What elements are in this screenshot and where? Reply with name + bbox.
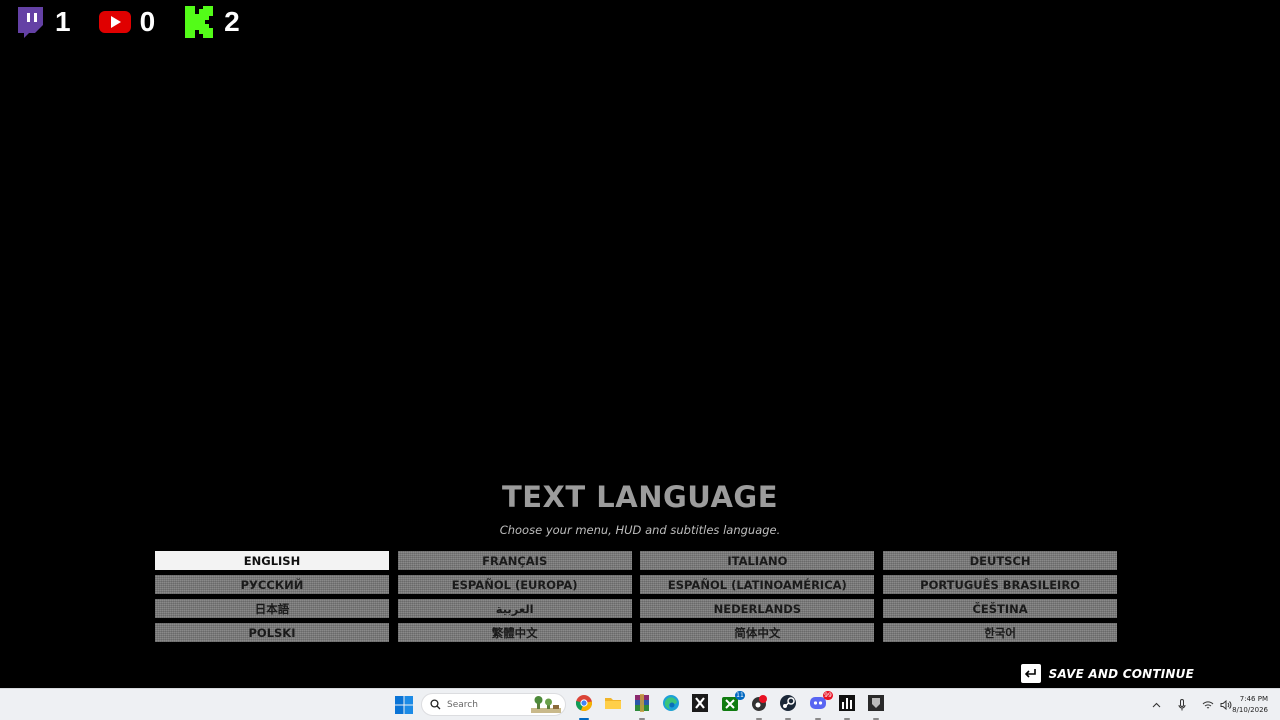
language-option-english[interactable]: ENGLISH	[155, 551, 389, 570]
record-icon	[750, 694, 768, 716]
taskbar-search-box[interactable]: Search	[421, 693, 566, 716]
language-option-italiano[interactable]: ITALIANO	[640, 551, 875, 570]
clock-date: 8/10/2026	[1232, 706, 1268, 714]
clock-time: 7:46 PM	[1239, 695, 1268, 703]
equalizer-icon	[839, 695, 855, 715]
language-option-deutsch[interactable]: DEUTSCH	[883, 551, 1118, 570]
taskbar-app-file-explorer[interactable]	[601, 693, 625, 717]
windows-start-icon[interactable]	[394, 695, 414, 715]
kick-icon	[183, 6, 215, 38]
stream-counter-overlay: 1 0 2	[14, 4, 268, 40]
taskbar-app-audio[interactable]	[835, 693, 859, 720]
taskbar-app-epic-games[interactable]	[688, 693, 712, 717]
xbox-badge: 11	[735, 691, 745, 700]
language-option-espanol-europa[interactable]: ESPAÑOL (EUROPA)	[397, 575, 632, 594]
chevron-up-icon[interactable]	[1149, 698, 1163, 712]
language-option-cestina[interactable]: ČEŠTINA	[883, 599, 1118, 618]
language-option-korean[interactable]: 한국어	[883, 623, 1118, 642]
language-option-polski[interactable]: POLSKI	[155, 623, 389, 642]
youtube-icon	[98, 6, 131, 38]
language-grid: ENGLISH FRANÇAIS ITALIANO DEUTSCH РУССКИ…	[155, 551, 1118, 642]
language-option-russian[interactable]: РУССКИЙ	[155, 575, 389, 594]
twitch-icon	[14, 6, 46, 38]
taskbar-app-game[interactable]	[864, 693, 888, 720]
microphone-icon[interactable]	[1175, 698, 1189, 712]
youtube-counter: 0	[98, 6, 156, 38]
language-option-portugues-br[interactable]: PORTUGUÊS BRASILEIRO	[883, 575, 1118, 594]
taskbar-app-chrome[interactable]	[572, 693, 596, 720]
taskbar-app-discord[interactable]: 99	[806, 691, 833, 720]
kick-count: 2	[224, 6, 240, 37]
system-tray	[1149, 698, 1237, 712]
discord-badge: 99	[823, 691, 833, 700]
archive-icon	[634, 694, 650, 716]
twitch-count: 1	[55, 6, 71, 37]
search-placeholder: Search	[447, 699, 478, 710]
twitch-counter: 1	[14, 6, 71, 38]
language-option-arabic[interactable]: العربية	[397, 599, 632, 618]
language-option-japanese[interactable]: 日本語	[155, 599, 389, 618]
chrome-icon	[575, 694, 593, 716]
volume-icon[interactable]	[1219, 698, 1233, 712]
wifi-icon[interactable]	[1201, 698, 1215, 712]
steam-icon	[779, 694, 797, 716]
windows-taskbar: Search 11 99 7:46 PM 8/10/2026	[0, 688, 1280, 720]
taskbar-app-steam[interactable]	[776, 693, 800, 720]
language-option-francais[interactable]: FRANÇAIS	[397, 551, 632, 570]
youtube-count: 0	[139, 6, 156, 37]
search-highlight-icon	[531, 696, 561, 713]
save-and-continue-button[interactable]: SAVE AND CONTINUE	[1020, 664, 1194, 683]
language-option-simplified-chinese[interactable]: 简体中文	[640, 623, 875, 642]
folder-icon	[604, 695, 622, 715]
menu-title: TEXT LANGUAGE	[501, 480, 779, 514]
enter-key-icon	[1020, 664, 1041, 683]
kick-counter: 2	[183, 6, 240, 38]
taskbar-app-xbox[interactable]: 11	[718, 691, 745, 717]
menu-subtitle: Choose your menu, HUD and subtitles lang…	[499, 523, 781, 537]
taskbar-clock[interactable]: 7:46 PM 8/10/2026	[1232, 694, 1268, 716]
edge-icon	[662, 694, 680, 716]
epic-games-icon	[692, 694, 708, 716]
language-option-traditional-chinese[interactable]: 繁體中文	[397, 623, 632, 642]
language-option-nederlands[interactable]: NEDERLANDS	[640, 599, 875, 618]
save-and-continue-label: SAVE AND CONTINUE	[1048, 666, 1194, 681]
game-icon	[868, 695, 884, 715]
taskbar-app-edge[interactable]	[659, 693, 683, 717]
language-option-espanol-latam[interactable]: ESPAÑOL (LATINOAMÉRICA)	[640, 575, 875, 594]
taskbar-app-winrar[interactable]	[630, 693, 654, 720]
search-icon	[430, 695, 441, 714]
taskbar-app-record[interactable]	[747, 693, 771, 720]
